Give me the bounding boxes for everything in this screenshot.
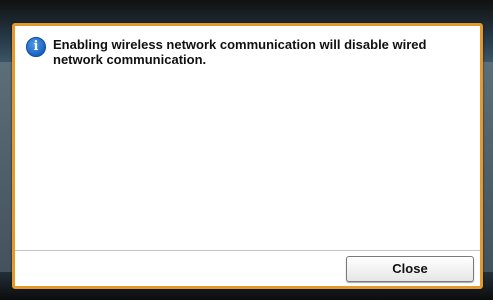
close-button[interactable]: Close: [346, 256, 474, 282]
dialog-footer-divider: [15, 250, 480, 251]
info-icon: i: [26, 37, 46, 57]
message-dialog: i Enabling wireless network communicatio…: [12, 23, 483, 289]
dialog-message: Enabling wireless network communication …: [53, 37, 427, 67]
